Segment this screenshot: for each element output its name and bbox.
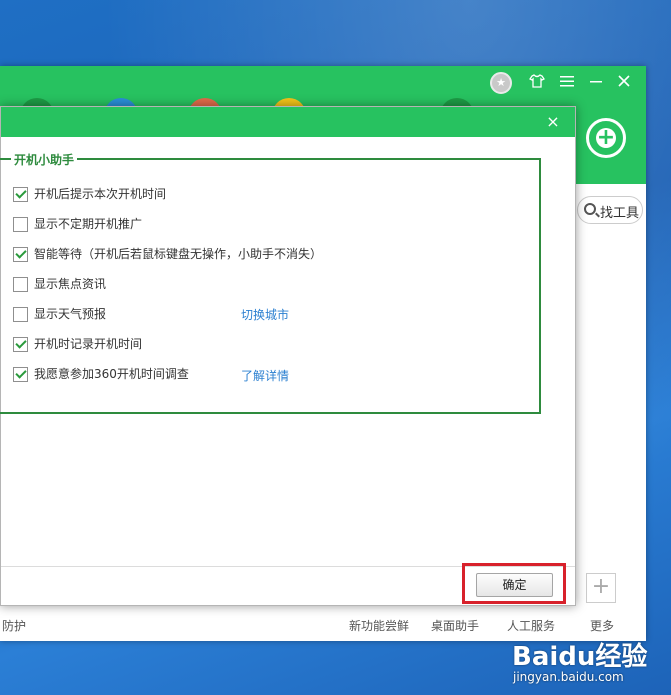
dialog-titlebar: × xyxy=(1,107,575,137)
add-tool-button[interactable]: + xyxy=(586,573,616,603)
bottom-item-desktop-assistant[interactable]: 桌面助手 xyxy=(431,617,479,634)
option-label: 智能等待（开机后若鼠标键盘无操作，小助手不消失） xyxy=(34,247,323,261)
bottom-item-human-service[interactable]: 人工服务 xyxy=(507,617,555,634)
add-feature-icon[interactable] xyxy=(586,118,626,158)
bottom-item-more[interactable]: 更多 xyxy=(590,617,614,634)
menu-icon[interactable] xyxy=(557,73,577,93)
checkbox-show-promotion[interactable] xyxy=(13,217,28,232)
bottom-item-new-features[interactable]: 新功能尝鲜 xyxy=(349,617,409,634)
checkbox-show-boot-time[interactable] xyxy=(13,187,28,202)
option-join-survey[interactable]: 我愿意参加360开机时间调查 了解详情 xyxy=(13,367,333,385)
close-icon[interactable] xyxy=(614,73,634,93)
option-show-weather[interactable]: 显示天气预报 切换城市 xyxy=(13,307,333,325)
ok-button[interactable]: 确定 xyxy=(476,573,553,597)
option-label: 显示焦点资讯 xyxy=(34,277,107,291)
checkbox-join-survey[interactable] xyxy=(13,367,28,382)
option-label: 开机时记录开机时间 xyxy=(34,337,143,351)
checkbox-show-news[interactable] xyxy=(13,277,28,292)
checkbox-record-boot-time[interactable] xyxy=(13,337,28,352)
learn-more-link[interactable]: 了解详情 xyxy=(241,369,289,384)
watermark-url: jingyan.baidu.com xyxy=(513,670,624,684)
checkbox-smart-wait[interactable] xyxy=(13,247,28,262)
bottom-item-protection[interactable]: 防护 xyxy=(2,617,26,634)
medal-icon[interactable] xyxy=(490,72,512,94)
option-label: 我愿意参加360开机时间调查 xyxy=(34,367,189,381)
startup-assistant-dialog: × 开机小助手 开机后提示本次开机时间 显示不定期开机推广 智能等待（开机后若鼠… xyxy=(0,106,576,606)
option-label: 开机后提示本次开机时间 xyxy=(34,187,167,201)
dialog-close-button[interactable]: × xyxy=(541,110,565,134)
skin-icon[interactable] xyxy=(527,73,547,93)
switch-city-link[interactable]: 切换城市 xyxy=(241,308,289,323)
baidu-jingyan-watermark: Baidu经验 xyxy=(512,642,648,672)
group-title: 开机小助手 xyxy=(11,151,78,168)
option-label: 显示天气预报 xyxy=(34,307,107,321)
startup-assistant-group: 开机小助手 开机后提示本次开机时间 显示不定期开机推广 智能等待（开机后若鼠标键… xyxy=(0,151,541,414)
search-icon xyxy=(584,203,596,215)
checkbox-show-weather[interactable] xyxy=(13,307,28,322)
search-input[interactable]: 找工具 xyxy=(577,196,643,224)
option-label: 显示不定期开机推广 xyxy=(34,217,143,231)
minimize-icon[interactable] xyxy=(586,73,606,93)
search-placeholder: 找工具 xyxy=(600,206,640,221)
